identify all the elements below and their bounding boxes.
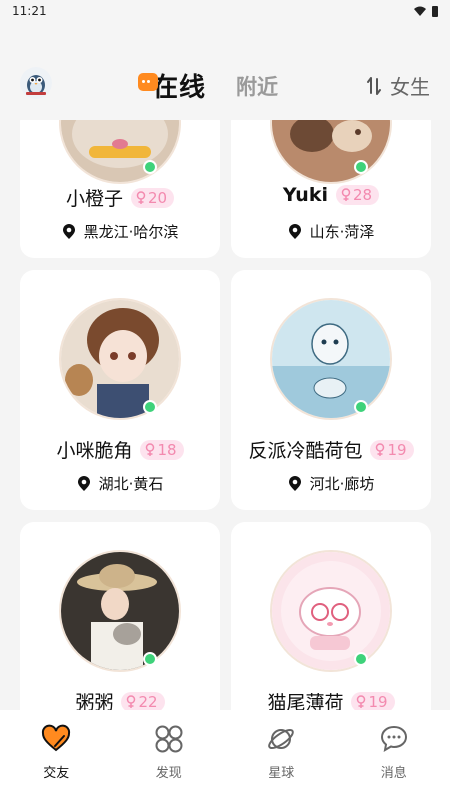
nav-label: 星球 bbox=[268, 766, 295, 781]
user-avatar bbox=[61, 300, 179, 418]
wifi-icon bbox=[414, 6, 426, 16]
user-name: 反派冷酷荷包 bbox=[248, 440, 363, 462]
name-row: 猫尾薄荷 19 bbox=[231, 688, 431, 710]
location-pin-icon bbox=[62, 223, 75, 239]
age-badge: 28 bbox=[335, 185, 380, 205]
status-bar: 11:21 bbox=[0, 0, 450, 22]
name-row: 反派冷酷荷包 19 bbox=[231, 436, 431, 463]
user-card[interactable]: Yuki 28 山东·菏泽 bbox=[231, 120, 431, 258]
female-icon bbox=[127, 694, 136, 708]
user-name: 粥粥 bbox=[75, 692, 114, 710]
chat-icon bbox=[380, 725, 407, 752]
age-badge: 19 bbox=[351, 691, 395, 711]
nav-label: 交友 bbox=[43, 766, 70, 781]
age-value: 28 bbox=[352, 186, 373, 204]
age-badge: 22 bbox=[121, 691, 165, 711]
online-status-dot bbox=[354, 400, 368, 414]
location-row: 河北·廊坊 bbox=[231, 473, 431, 494]
location-pin-icon bbox=[288, 475, 301, 491]
nav-item-messages[interactable]: 消息 bbox=[354, 724, 434, 781]
status-time: 11:21 bbox=[12, 4, 47, 18]
female-icon bbox=[341, 188, 351, 201]
age-badge: 19 bbox=[370, 439, 414, 460]
user-location: 河北·廊坊 bbox=[309, 475, 375, 493]
header: 在线 附近 女生 bbox=[0, 22, 450, 120]
age-badge: 18 bbox=[140, 439, 184, 460]
age-value: 19 bbox=[368, 692, 388, 711]
status-icons bbox=[414, 5, 438, 17]
gender-filter[interactable]: 女生 bbox=[366, 71, 430, 100]
female-icon bbox=[136, 190, 146, 204]
age-value: 22 bbox=[138, 692, 158, 711]
nav-item-friends[interactable]: 交友 bbox=[16, 724, 96, 781]
heart-icon bbox=[42, 724, 71, 752]
user-avatar bbox=[272, 552, 390, 670]
user-grid: 小橙子 20 黑龙江·哈尔滨 Yuki 28 山东·菏泽 小咪脆角 18 湖北·… bbox=[0, 120, 450, 710]
user-avatar bbox=[61, 552, 179, 670]
tab-online-label: 在线 bbox=[152, 73, 207, 103]
user-location: 黑龙江·哈尔滨 bbox=[83, 223, 179, 241]
nav-label: 发现 bbox=[155, 766, 182, 781]
user-card[interactable]: 小咪脆角 18 湖北·黄石 bbox=[20, 270, 220, 510]
female-icon bbox=[376, 442, 385, 456]
age-value: 18 bbox=[157, 440, 177, 459]
grid-icon bbox=[155, 725, 183, 753]
user-avatar bbox=[272, 120, 390, 182]
location-row: 湖北·黄石 bbox=[20, 473, 220, 494]
name-row: 粥粥 22 bbox=[20, 688, 220, 710]
user-name: 小橙子 bbox=[65, 188, 123, 210]
location-pin-icon bbox=[77, 475, 90, 491]
name-row: 小咪脆角 18 bbox=[20, 436, 220, 463]
age-value: 20 bbox=[147, 188, 168, 207]
name-row: Yuki 28 bbox=[231, 184, 431, 206]
female-icon bbox=[357, 694, 366, 708]
battery-icon bbox=[432, 5, 438, 17]
user-name: 猫尾薄荷 bbox=[267, 692, 344, 710]
female-icon bbox=[146, 442, 155, 456]
user-avatar bbox=[61, 120, 179, 182]
nav-label: 消息 bbox=[380, 766, 407, 781]
name-row: 小橙子 20 bbox=[20, 184, 220, 211]
tab-nearby[interactable]: 附近 bbox=[236, 71, 278, 101]
user-card[interactable]: 小橙子 20 黑龙江·哈尔滨 bbox=[20, 120, 220, 258]
user-location: 湖北·黄石 bbox=[98, 475, 164, 493]
planet-icon bbox=[268, 728, 295, 750]
online-status-dot bbox=[143, 652, 157, 666]
age-value: 19 bbox=[387, 440, 407, 459]
online-status-dot bbox=[354, 652, 368, 666]
user-card[interactable]: 猫尾薄荷 19 bbox=[231, 522, 431, 710]
user-card[interactable]: 粥粥 22 bbox=[20, 522, 220, 710]
chat-bubble-icon bbox=[138, 72, 158, 91]
sort-icon bbox=[367, 76, 381, 95]
app-logo-avatar[interactable] bbox=[20, 67, 52, 99]
user-name: Yuki bbox=[282, 184, 328, 206]
user-name: 小咪脆角 bbox=[56, 440, 133, 462]
location-row: 山东·菏泽 bbox=[231, 221, 431, 242]
nav-item-planet[interactable]: 星球 bbox=[241, 724, 321, 781]
location-row: 黑龙江·哈尔滨 bbox=[20, 221, 220, 242]
user-card[interactable]: 反派冷酷荷包 19 河北·廊坊 bbox=[231, 270, 431, 510]
online-status-dot bbox=[354, 160, 368, 174]
gender-filter-label: 女生 bbox=[390, 75, 430, 99]
age-badge: 20 bbox=[130, 187, 175, 208]
online-status-dot bbox=[143, 160, 157, 174]
nav-item-discover[interactable]: 发现 bbox=[129, 724, 209, 781]
bottom-nav: 交友 发现 星球 消息 bbox=[0, 710, 450, 800]
tab-online[interactable]: 在线 bbox=[138, 67, 206, 104]
location-pin-icon bbox=[288, 223, 301, 239]
user-avatar bbox=[272, 300, 390, 418]
online-status-dot bbox=[143, 400, 157, 414]
user-location: 山东·菏泽 bbox=[309, 223, 375, 241]
